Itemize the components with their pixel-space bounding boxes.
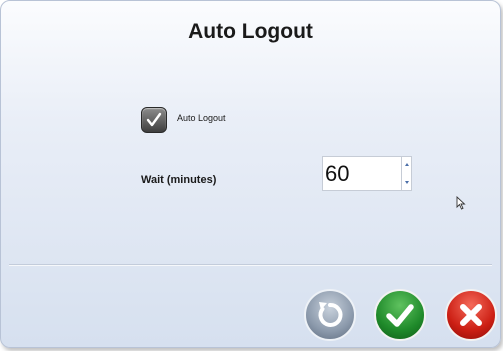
checkmark-icon xyxy=(146,112,162,127)
spinner-up-arrow-icon[interactable] xyxy=(405,163,409,166)
footer-divider xyxy=(9,264,492,266)
reset-icon xyxy=(318,302,343,327)
mouse-pointer-icon xyxy=(456,196,466,210)
auto-logout-dialog: Auto Logout Auto Logout Wait (minutes) xyxy=(0,0,501,348)
close-x-icon xyxy=(460,304,482,326)
auto-logout-checkbox-label[interactable]: Auto Logout xyxy=(177,113,226,123)
dialog-title: Auto Logout xyxy=(188,20,313,43)
checkmark-icon xyxy=(386,304,414,327)
reset-button[interactable] xyxy=(304,289,356,341)
cancel-button[interactable] xyxy=(445,289,497,341)
auto-logout-checkbox[interactable] xyxy=(141,107,167,133)
spinner-down-arrow-icon[interactable] xyxy=(405,181,409,184)
ok-button[interactable] xyxy=(374,289,426,341)
wait-minutes-label: Wait (minutes) xyxy=(141,174,217,186)
wait-minutes-input[interactable] xyxy=(322,156,402,191)
wait-minutes-spinner xyxy=(402,156,412,191)
